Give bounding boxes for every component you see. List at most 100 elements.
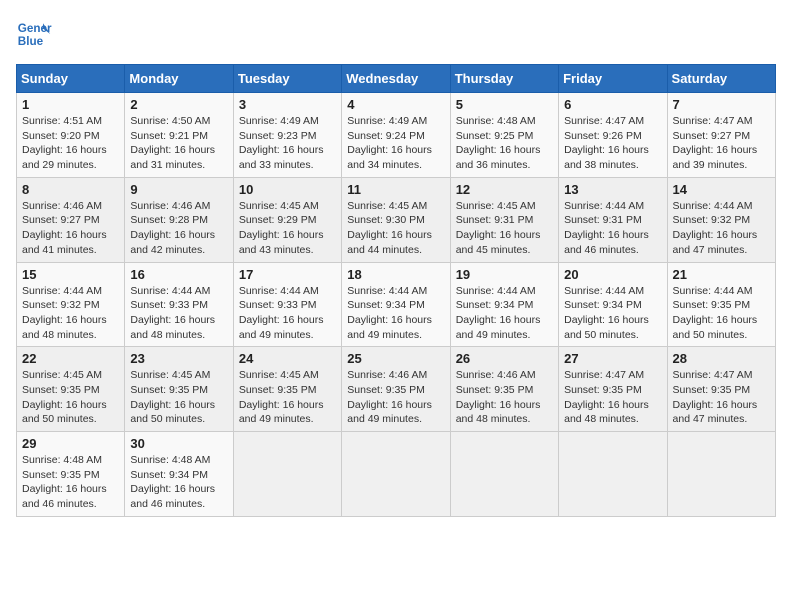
day-info: Sunrise: 4:45 AM Sunset: 9:31 PM Dayligh… [456,199,553,258]
calendar-week-row: 22 Sunrise: 4:45 AM Sunset: 9:35 PM Dayl… [17,347,776,432]
day-info: Sunrise: 4:47 AM Sunset: 9:27 PM Dayligh… [673,114,770,173]
calendar-cell: 1 Sunrise: 4:51 AM Sunset: 9:20 PM Dayli… [17,93,125,178]
day-info: Sunrise: 4:51 AM Sunset: 9:20 PM Dayligh… [22,114,119,173]
day-number: 21 [673,267,770,282]
calendar-cell: 7 Sunrise: 4:47 AM Sunset: 9:27 PM Dayli… [667,93,775,178]
day-number: 17 [239,267,336,282]
calendar-cell: 25 Sunrise: 4:46 AM Sunset: 9:35 PM Dayl… [342,347,450,432]
day-number: 16 [130,267,227,282]
page-header: General Blue [16,16,776,52]
weekday-header: Monday [125,65,233,93]
calendar-cell: 18 Sunrise: 4:44 AM Sunset: 9:34 PM Dayl… [342,262,450,347]
calendar-cell [667,432,775,517]
svg-text:Blue: Blue [18,35,44,48]
day-info: Sunrise: 4:45 AM Sunset: 9:30 PM Dayligh… [347,199,444,258]
day-number: 8 [22,182,119,197]
day-info: Sunrise: 4:44 AM Sunset: 9:35 PM Dayligh… [673,284,770,343]
day-info: Sunrise: 4:44 AM Sunset: 9:33 PM Dayligh… [130,284,227,343]
calendar-cell: 5 Sunrise: 4:48 AM Sunset: 9:25 PM Dayli… [450,93,558,178]
day-info: Sunrise: 4:44 AM Sunset: 9:32 PM Dayligh… [22,284,119,343]
calendar-cell: 17 Sunrise: 4:44 AM Sunset: 9:33 PM Dayl… [233,262,341,347]
day-number: 12 [456,182,553,197]
day-number: 5 [456,97,553,112]
calendar-cell: 16 Sunrise: 4:44 AM Sunset: 9:33 PM Dayl… [125,262,233,347]
day-number: 3 [239,97,336,112]
day-info: Sunrise: 4:46 AM Sunset: 9:35 PM Dayligh… [347,368,444,427]
day-info: Sunrise: 4:49 AM Sunset: 9:24 PM Dayligh… [347,114,444,173]
day-info: Sunrise: 4:47 AM Sunset: 9:35 PM Dayligh… [673,368,770,427]
day-number: 2 [130,97,227,112]
weekday-header: Wednesday [342,65,450,93]
day-number: 9 [130,182,227,197]
day-info: Sunrise: 4:46 AM Sunset: 9:28 PM Dayligh… [130,199,227,258]
calendar-cell: 3 Sunrise: 4:49 AM Sunset: 9:23 PM Dayli… [233,93,341,178]
day-number: 10 [239,182,336,197]
logo: General Blue [16,16,52,52]
calendar-cell: 29 Sunrise: 4:48 AM Sunset: 9:35 PM Dayl… [17,432,125,517]
day-number: 23 [130,351,227,366]
calendar-header-row: SundayMondayTuesdayWednesdayThursdayFrid… [17,65,776,93]
calendar-cell: 12 Sunrise: 4:45 AM Sunset: 9:31 PM Dayl… [450,177,558,262]
calendar-cell: 13 Sunrise: 4:44 AM Sunset: 9:31 PM Dayl… [559,177,667,262]
calendar-cell [342,432,450,517]
day-number: 7 [673,97,770,112]
calendar-cell: 15 Sunrise: 4:44 AM Sunset: 9:32 PM Dayl… [17,262,125,347]
weekday-header: Sunday [17,65,125,93]
day-number: 28 [673,351,770,366]
day-info: Sunrise: 4:48 AM Sunset: 9:35 PM Dayligh… [22,453,119,512]
calendar-week-row: 15 Sunrise: 4:44 AM Sunset: 9:32 PM Dayl… [17,262,776,347]
day-number: 1 [22,97,119,112]
calendar-week-row: 8 Sunrise: 4:46 AM Sunset: 9:27 PM Dayli… [17,177,776,262]
day-info: Sunrise: 4:48 AM Sunset: 9:25 PM Dayligh… [456,114,553,173]
svg-text:General: General [18,22,52,35]
calendar-cell: 30 Sunrise: 4:48 AM Sunset: 9:34 PM Dayl… [125,432,233,517]
calendar-table: SundayMondayTuesdayWednesdayThursdayFrid… [16,64,776,517]
day-number: 26 [456,351,553,366]
day-info: Sunrise: 4:44 AM Sunset: 9:32 PM Dayligh… [673,199,770,258]
weekday-header: Tuesday [233,65,341,93]
calendar-cell: 24 Sunrise: 4:45 AM Sunset: 9:35 PM Dayl… [233,347,341,432]
calendar-cell: 21 Sunrise: 4:44 AM Sunset: 9:35 PM Dayl… [667,262,775,347]
calendar-cell: 2 Sunrise: 4:50 AM Sunset: 9:21 PM Dayli… [125,93,233,178]
day-info: Sunrise: 4:45 AM Sunset: 9:35 PM Dayligh… [22,368,119,427]
calendar-cell [559,432,667,517]
calendar-cell: 10 Sunrise: 4:45 AM Sunset: 9:29 PM Dayl… [233,177,341,262]
day-info: Sunrise: 4:47 AM Sunset: 9:35 PM Dayligh… [564,368,661,427]
day-info: Sunrise: 4:48 AM Sunset: 9:34 PM Dayligh… [130,453,227,512]
day-number: 15 [22,267,119,282]
day-number: 18 [347,267,444,282]
day-info: Sunrise: 4:49 AM Sunset: 9:23 PM Dayligh… [239,114,336,173]
calendar-cell: 22 Sunrise: 4:45 AM Sunset: 9:35 PM Dayl… [17,347,125,432]
day-number: 4 [347,97,444,112]
calendar-cell [450,432,558,517]
weekday-header: Thursday [450,65,558,93]
calendar-cell: 4 Sunrise: 4:49 AM Sunset: 9:24 PM Dayli… [342,93,450,178]
day-number: 24 [239,351,336,366]
calendar-week-row: 1 Sunrise: 4:51 AM Sunset: 9:20 PM Dayli… [17,93,776,178]
calendar-cell: 8 Sunrise: 4:46 AM Sunset: 9:27 PM Dayli… [17,177,125,262]
day-number: 11 [347,182,444,197]
calendar-cell: 20 Sunrise: 4:44 AM Sunset: 9:34 PM Dayl… [559,262,667,347]
day-info: Sunrise: 4:44 AM Sunset: 9:31 PM Dayligh… [564,199,661,258]
day-info: Sunrise: 4:44 AM Sunset: 9:34 PM Dayligh… [564,284,661,343]
day-info: Sunrise: 4:45 AM Sunset: 9:35 PM Dayligh… [130,368,227,427]
calendar-cell: 11 Sunrise: 4:45 AM Sunset: 9:30 PM Dayl… [342,177,450,262]
calendar-cell: 6 Sunrise: 4:47 AM Sunset: 9:26 PM Dayli… [559,93,667,178]
calendar-cell: 19 Sunrise: 4:44 AM Sunset: 9:34 PM Dayl… [450,262,558,347]
day-info: Sunrise: 4:44 AM Sunset: 9:33 PM Dayligh… [239,284,336,343]
calendar-cell: 28 Sunrise: 4:47 AM Sunset: 9:35 PM Dayl… [667,347,775,432]
day-number: 19 [456,267,553,282]
calendar-cell [233,432,341,517]
day-info: Sunrise: 4:45 AM Sunset: 9:29 PM Dayligh… [239,199,336,258]
calendar-cell: 27 Sunrise: 4:47 AM Sunset: 9:35 PM Dayl… [559,347,667,432]
day-number: 20 [564,267,661,282]
day-number: 13 [564,182,661,197]
day-number: 6 [564,97,661,112]
day-info: Sunrise: 4:44 AM Sunset: 9:34 PM Dayligh… [456,284,553,343]
day-info: Sunrise: 4:45 AM Sunset: 9:35 PM Dayligh… [239,368,336,427]
day-number: 14 [673,182,770,197]
day-number: 29 [22,436,119,451]
logo-icon: General Blue [16,16,52,52]
day-number: 22 [22,351,119,366]
calendar-cell: 23 Sunrise: 4:45 AM Sunset: 9:35 PM Dayl… [125,347,233,432]
